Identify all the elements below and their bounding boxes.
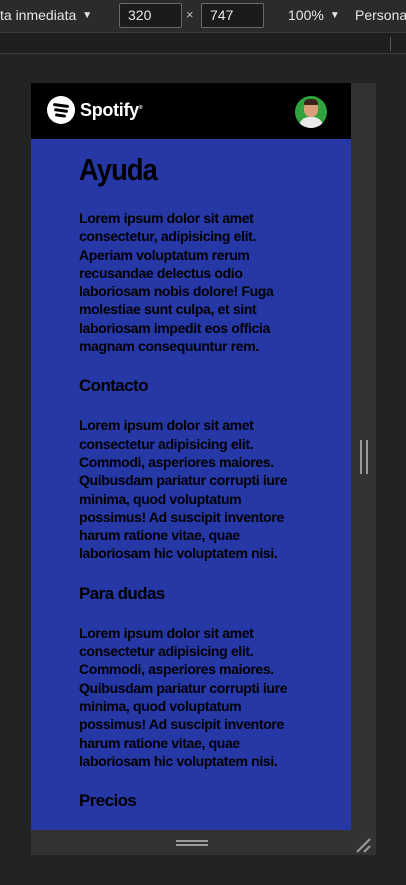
devtools-toolbar: ta inmediata ▼ 320 × 747 100% ▼ Persona (0, 0, 406, 32)
corner-resize-icon[interactable] (354, 836, 372, 854)
section-body-contacto: Lorem ipsum dolor sit amet consectetur a… (79, 417, 288, 562)
section-heading-precios: Precios (79, 791, 137, 811)
width-input[interactable]: 320 (119, 3, 182, 28)
chevron-down-icon: ▼ (329, 9, 340, 21)
emulated-page: Spotify® Ayuda Lorem ipsum dolor sit ame… (31, 83, 351, 830)
spotify-logo[interactable]: Spotify® (47, 96, 143, 124)
help-content: Ayuda Lorem ipsum dolor sit amet consect… (31, 139, 351, 812)
zoom-label: 100% (288, 7, 324, 23)
persona-select[interactable]: Persona (355, 7, 406, 23)
device-select-label: ta inmediata (0, 7, 77, 23)
page-title: Ayuda (79, 152, 158, 187)
spotify-logo-icon (47, 96, 75, 124)
site-header: Spotify® (31, 83, 351, 139)
dimension-separator: × (186, 7, 194, 22)
section-body-para-dudas: Lorem ipsum dolor sit amet consectetur a… (79, 624, 288, 769)
width-resize-handle[interactable] (360, 440, 368, 474)
logo-text: Spotify® (80, 99, 143, 120)
intro-paragraph: Lorem ipsum dolor sit amet consectetur, … (79, 210, 274, 355)
section-heading-para-dudas: Para dudas (79, 583, 165, 603)
height-resize-handle[interactable] (176, 840, 208, 846)
devtools-ruler-strip (0, 32, 406, 54)
avatar[interactable] (295, 96, 327, 128)
chevron-down-icon: ▼ (82, 9, 93, 21)
section-heading-contacto: Contacto (79, 376, 148, 396)
ruler-divider (390, 37, 391, 51)
zoom-select[interactable]: 100% ▼ (288, 7, 340, 23)
device-select[interactable]: ta inmediata ▼ (0, 7, 92, 23)
height-input[interactable]: 747 (201, 3, 264, 28)
